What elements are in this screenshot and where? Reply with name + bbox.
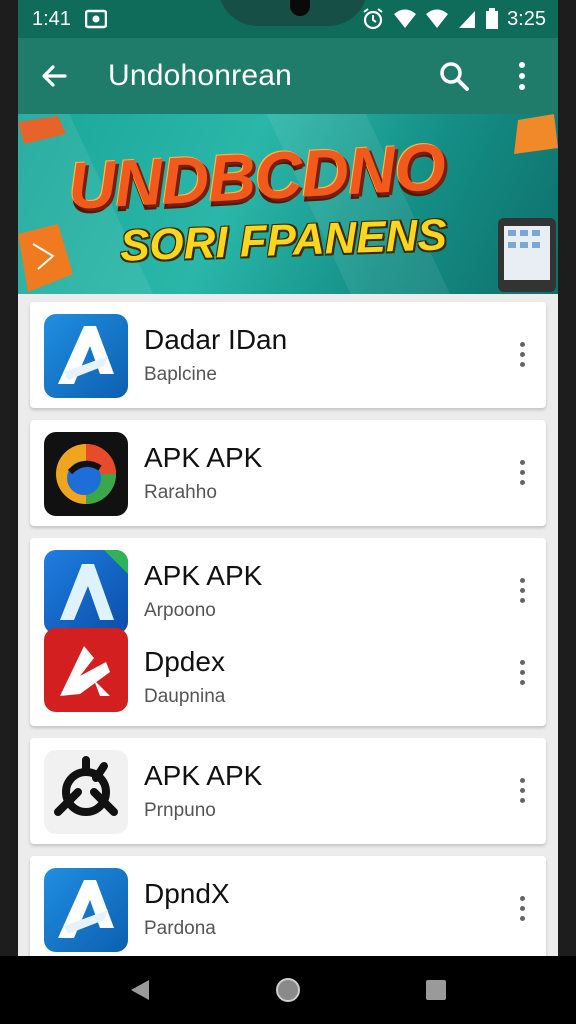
app-name: APK APK bbox=[144, 442, 263, 473]
arrow-a-blue-icon bbox=[44, 868, 128, 952]
app-name: APK APK bbox=[144, 560, 263, 591]
wifi-icon bbox=[393, 8, 417, 30]
circle-swirl-icon bbox=[44, 432, 128, 516]
app-subtitle: Prnpuno bbox=[144, 800, 216, 821]
list-item[interactable]: APK APK Prnpuno bbox=[30, 738, 546, 844]
app-name: DpndX bbox=[144, 878, 230, 909]
book-icon bbox=[18, 116, 66, 144]
black-emblem-icon bbox=[44, 750, 128, 834]
more-options-icon[interactable] bbox=[512, 570, 532, 610]
list-item[interactable]: APK APK Rarahho bbox=[30, 420, 546, 526]
status-time: 1:41 bbox=[32, 7, 71, 30]
image-icon bbox=[84, 9, 107, 29]
status-clock: 3:25 bbox=[507, 7, 546, 30]
red-arrow-icon bbox=[44, 628, 128, 712]
list-item[interactable]: Dpdex Daupnina bbox=[30, 624, 546, 716]
wifi-icon-2 bbox=[425, 8, 449, 30]
more-options-icon[interactable] bbox=[512, 334, 532, 374]
app-name: APK APK bbox=[144, 760, 263, 791]
list-item-group: APK APK Arpoono Dpdex Daupnina bbox=[30, 538, 546, 726]
tablet-icon bbox=[498, 218, 556, 292]
app-bar: Undohonrean bbox=[18, 38, 558, 114]
promo-banner[interactable]: UNDBCDNO SORI FPANENS bbox=[18, 114, 558, 294]
app-subtitle: Arpoono bbox=[144, 600, 216, 621]
app-name: Dadar IDan bbox=[144, 324, 288, 355]
list-item[interactable]: DpndX Pardona bbox=[30, 856, 546, 966]
more-options-icon[interactable] bbox=[512, 452, 532, 492]
signal-icon bbox=[457, 9, 477, 29]
app-name: Dpdex bbox=[144, 646, 225, 677]
book-icon bbox=[18, 224, 73, 292]
alarm-icon bbox=[361, 7, 385, 31]
back-arrow-icon[interactable] bbox=[34, 56, 74, 96]
phone-frame: 1:41 3:25 Undohonrean UNDBCDNO SORI FPAN… bbox=[0, 0, 576, 1024]
arrow-a-blue-icon bbox=[44, 314, 128, 398]
app-subtitle: Baplcine bbox=[144, 364, 217, 385]
back-triangle-icon[interactable] bbox=[116, 966, 164, 1014]
home-circle-icon[interactable] bbox=[264, 966, 312, 1014]
screen: 1:41 3:25 Undohonrean UNDBCDNO SORI FPAN… bbox=[18, 0, 558, 1024]
list-item[interactable]: Dadar IDan Baplcine bbox=[30, 302, 546, 408]
more-options-icon[interactable] bbox=[512, 770, 532, 810]
more-options-icon[interactable] bbox=[512, 652, 532, 692]
battery-icon bbox=[485, 8, 499, 30]
navigation-bar bbox=[0, 956, 576, 1024]
book-icon bbox=[514, 114, 558, 154]
app-subtitle: Pardona bbox=[144, 918, 216, 939]
more-options-icon[interactable] bbox=[512, 888, 532, 928]
list-item[interactable]: APK APK Arpoono bbox=[30, 538, 546, 634]
recents-square-icon[interactable] bbox=[412, 966, 460, 1014]
app-bar-title: Undohonrean bbox=[108, 59, 293, 92]
overflow-menu-icon[interactable] bbox=[502, 56, 542, 96]
search-icon[interactable] bbox=[434, 56, 474, 96]
status-bar: 1:41 3:25 bbox=[18, 0, 558, 38]
app-subtitle: Daupnina bbox=[144, 686, 226, 707]
arrow-a-blue-icon bbox=[44, 550, 128, 634]
app-subtitle: Rarahho bbox=[144, 482, 217, 503]
